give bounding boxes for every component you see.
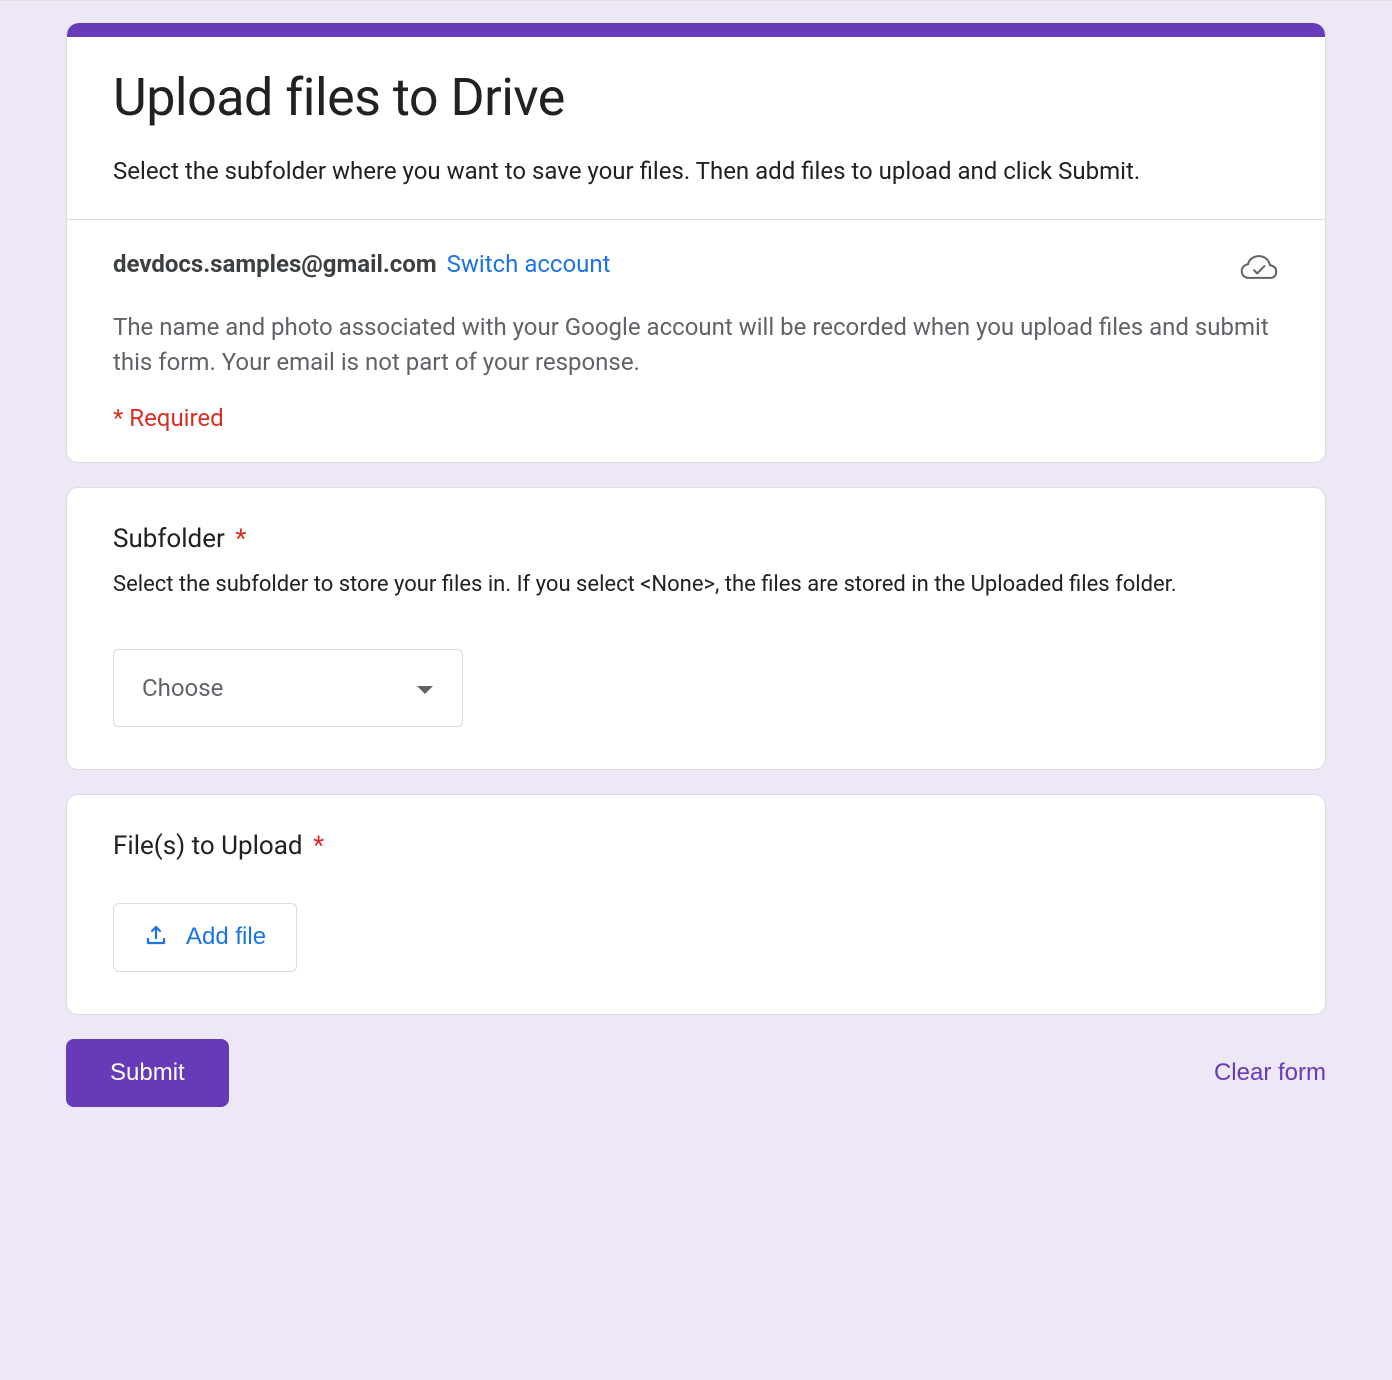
account-section: devdocs.samples@gmail.com Switch account… (67, 220, 1325, 462)
chevron-down-icon (416, 674, 434, 702)
form-footer: Submit Clear form (66, 1039, 1326, 1107)
files-title: File(s) to Upload * (113, 831, 1279, 861)
switch-account-link[interactable]: Switch account (447, 250, 611, 278)
account-note: The name and photo associated with your … (113, 310, 1279, 380)
files-title-text: File(s) to Upload (113, 831, 303, 861)
add-file-button[interactable]: Add file (113, 903, 297, 972)
subfolder-description: Select the subfolder to store your files… (113, 568, 1279, 601)
required-asterisk: * (235, 524, 246, 554)
form-description: Select the subfolder where you want to s… (113, 153, 1279, 189)
account-email: devdocs.samples@gmail.com (113, 250, 437, 278)
clear-form-button[interactable]: Clear form (1214, 1059, 1326, 1087)
subfolder-title-text: Subfolder (113, 524, 225, 554)
add-file-label: Add file (186, 923, 266, 951)
cloud-done-icon (1239, 250, 1279, 286)
subfolder-question-card: Subfolder * Select the subfolder to stor… (66, 487, 1326, 770)
account-row: devdocs.samples@gmail.com Switch account (113, 250, 1279, 286)
submit-button[interactable]: Submit (66, 1039, 229, 1107)
header-card: Upload files to Drive Select the subfold… (66, 23, 1326, 463)
form-container: Upload files to Drive Select the subfold… (0, 1, 1392, 1137)
account-info: devdocs.samples@gmail.com Switch account (113, 250, 1219, 278)
required-indicator: * Required (113, 404, 1279, 432)
files-question-card: File(s) to Upload * Add file (66, 794, 1326, 1015)
header-section: Upload files to Drive Select the subfold… (67, 37, 1325, 219)
subfolder-dropdown[interactable]: Choose (113, 649, 463, 727)
upload-icon (144, 922, 168, 953)
subfolder-title: Subfolder * (113, 524, 1279, 554)
required-asterisk: * (313, 831, 324, 861)
form-title: Upload files to Drive (113, 67, 1279, 129)
dropdown-placeholder: Choose (142, 674, 223, 702)
header-accent-bar (67, 23, 1325, 37)
